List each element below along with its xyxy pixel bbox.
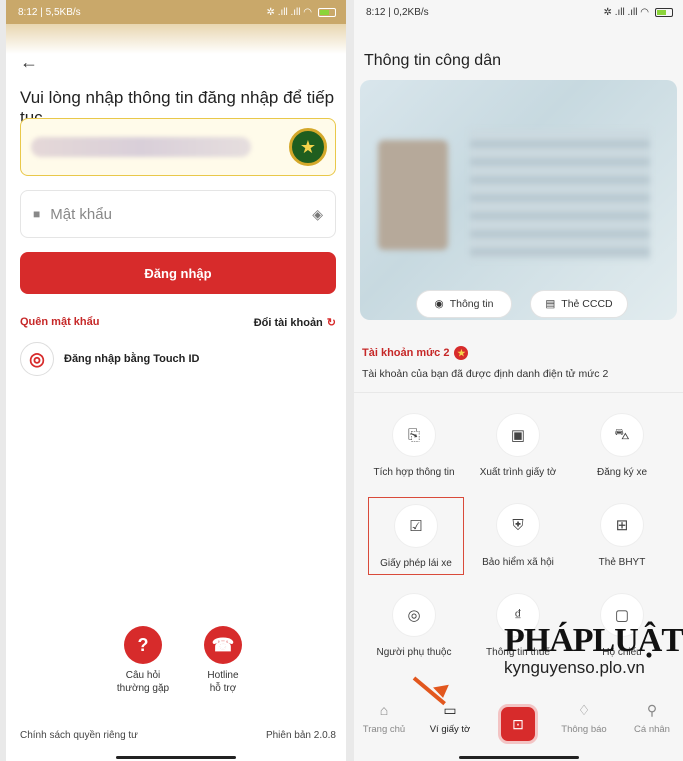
cccd-card-label: Thẻ CCCD <box>561 298 613 310</box>
blurred-photo <box>378 140 448 250</box>
watermark: PHÁPLUẬT kynguyenso.plo.vn <box>504 622 683 678</box>
document-plus-icon: ⎘ <box>392 413 436 457</box>
tile-social-insurance[interactable]: ⛨ Bảo hiểm xã hội <box>466 503 570 568</box>
tile-label: Tích hợp thông tin <box>373 467 455 478</box>
question-icon: ? <box>124 626 162 664</box>
user-icon: ⚲ <box>646 702 658 718</box>
car-icon: ⛍ <box>600 413 644 457</box>
cccd-card-button[interactable]: ▤ Thẻ CCCD <box>530 290 628 318</box>
battery-icon <box>655 7 673 17</box>
tile-label: Thẻ BHYT <box>598 557 646 568</box>
scan-icon: ⊡ <box>512 715 524 732</box>
divider <box>354 392 683 393</box>
password-placeholder: Mật khẩu <box>50 205 112 223</box>
tile-dependents[interactable]: ◎ Người phụ thuộc <box>362 593 466 658</box>
tab-document-wallet[interactable]: ▭ Ví giấy tờ <box>420 702 480 735</box>
id-card-icon: ▣ <box>496 413 540 457</box>
touch-id-label: Đăng nhập bằng Touch ID <box>64 353 200 365</box>
touch-id-login[interactable]: ◎ Đăng nhập bằng Touch ID <box>20 342 199 376</box>
pointer-arrow-head <box>433 684 451 700</box>
account-level: Tài khoản mức 2 ★ <box>362 346 469 360</box>
person-circle-icon: ◉ <box>434 298 444 310</box>
tab-home[interactable]: ⌂ Trang chủ <box>354 702 414 735</box>
screenshot-comparison: 8:12 | 5,5KB/s ✲ .ıll .ıll ◠ ← Vui lòng … <box>0 0 683 761</box>
account-level-label: Tài khoản mức 2 <box>362 347 450 359</box>
support-agent-icon: ☎ <box>204 626 242 664</box>
watermark-logo: PHÁPLUẬT <box>504 622 683 659</box>
star-badge-icon: ★ <box>454 346 469 360</box>
home-indicator <box>116 756 236 759</box>
hotline-button[interactable]: ☎ Hotline hỗ trợ <box>178 626 268 695</box>
tab-label: Thông báo <box>561 724 607 735</box>
signal-icons: ✲ .ıll .ıll ◠ <box>603 6 649 18</box>
fingerprint-icon: ◎ <box>20 342 54 376</box>
tab-profile[interactable]: ⚲ Cá nhân <box>622 702 682 735</box>
tile-label: Đăng ký xe <box>596 467 648 478</box>
lock-icon: ■ <box>33 207 41 221</box>
police-emblem-icon: ★ <box>289 128 327 166</box>
blurred-id-value <box>31 137 251 157</box>
tab-label: Ví giấy tờ <box>429 724 471 735</box>
page-title: Thông tin công dân <box>364 52 501 69</box>
tab-notifications[interactable]: ♢ Thông báo <box>554 702 614 735</box>
switch-account-label: Đổi tài khoản <box>253 317 323 329</box>
home-indicator <box>458 756 579 759</box>
signal-icons: ✲ .ıll .ıll ◠ <box>266 6 312 18</box>
back-icon[interactable]: ← <box>20 52 38 73</box>
refresh-icon: ↻ <box>326 317 336 329</box>
tile-vehicle-registration[interactable]: ⛍ Đăng ký xe <box>570 413 674 478</box>
password-field[interactable]: ■ Mật khẩu ◈ <box>20 190 336 238</box>
header-decoration <box>6 24 346 54</box>
watermark-url: kynguyenso.plo.vn <box>504 658 645 677</box>
faq-label-line1: Câu hỏi <box>125 670 161 681</box>
health-card-icon: ⊞ <box>600 503 644 547</box>
person-icon: ◎ <box>392 593 436 637</box>
bell-icon: ♢ <box>577 702 591 718</box>
shield-plus-icon: ⛨ <box>496 503 540 547</box>
tab-label: Cá nhân <box>634 724 670 735</box>
wallet-icon: ▭ <box>443 702 457 718</box>
forgot-password-link[interactable]: Quên mật khẩu <box>20 316 99 328</box>
tile-integrate-info[interactable]: ⎘ Tích hợp thông tin <box>362 413 466 478</box>
tile-driver-license[interactable]: ☑ Giấy phép lái xe <box>368 497 464 575</box>
info-button-label: Thông tin <box>449 298 494 310</box>
citizen-info-screen: 8:12 | 0,2KB/s ✲ .ıll .ıll ◠ Thông tin c… <box>354 0 683 761</box>
eye-off-icon[interactable]: ◈ <box>312 206 323 223</box>
tile-label: Bảo hiểm xã hội <box>482 557 554 568</box>
id-card-icon: ▤ <box>545 298 556 310</box>
faq-label-line2: thường gặp <box>116 682 170 694</box>
faq-button[interactable]: ? Câu hỏi thường gặp <box>98 626 188 695</box>
tab-label: Trang chủ <box>362 724 406 735</box>
tile-label: Xuất trình giấy tờ <box>479 467 557 478</box>
hotline-label-line1: Hotline <box>207 670 239 681</box>
app-version: Phiên bản 2.0.8 <box>265 730 336 741</box>
tile-label: Giấy phép lái xe <box>380 558 452 569</box>
battery-icon <box>318 7 336 17</box>
privacy-policy-link[interactable]: Chính sách quyền riêng tư <box>20 730 138 741</box>
status-bar: 8:12 | 5,5KB/s ✲ .ıll .ıll ◠ <box>6 0 346 24</box>
switch-account-link[interactable]: Đổi tài khoản ↻ <box>254 316 336 329</box>
status-time: 8:12 | 0,2KB/s <box>366 6 429 18</box>
hotline-label-line2: hỗ trợ <box>209 682 237 694</box>
status-bar: 8:12 | 0,2KB/s ✲ .ıll .ıll ◠ <box>354 0 683 24</box>
scan-qr-button[interactable]: ⊡ <box>498 704 538 744</box>
tile-label: Người phụ thuộc <box>376 647 452 658</box>
citizen-id-field[interactable]: ★ <box>20 118 336 176</box>
info-button[interactable]: ◉ Thông tin <box>416 290 512 318</box>
account-description: Tài khoản của bạn đã được định danh điện… <box>362 368 609 380</box>
blurred-card-text <box>470 130 650 260</box>
license-icon: ☑ <box>394 504 438 548</box>
citizen-id-card[interactable] <box>360 80 677 320</box>
home-icon: ⌂ <box>379 702 389 718</box>
login-screen: 8:12 | 5,5KB/s ✲ .ıll .ıll ◠ ← Vui lòng … <box>6 0 346 761</box>
tile-health-insurance[interactable]: ⊞ Thẻ BHYT <box>570 503 674 568</box>
login-button[interactable]: Đăng nhập <box>20 252 336 294</box>
tile-present-docs[interactable]: ▣ Xuất trình giấy tờ <box>466 413 570 478</box>
status-time: 8:12 | 5,5KB/s <box>18 6 81 18</box>
